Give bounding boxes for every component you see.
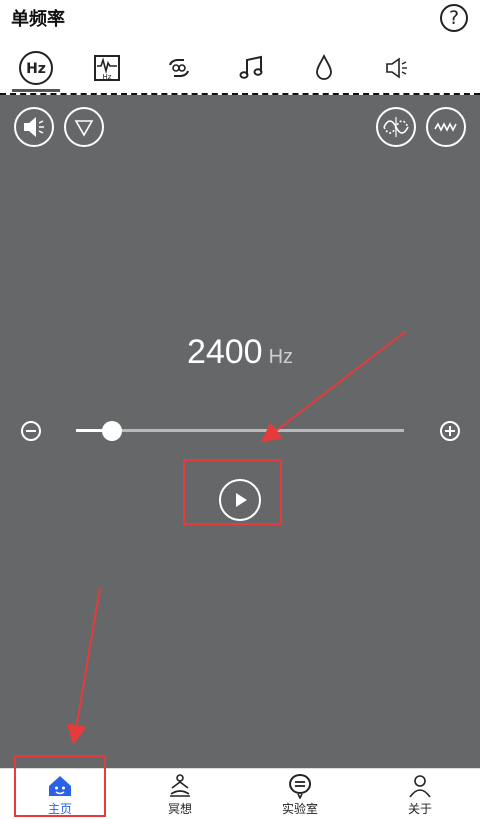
active-tab-indicator: [12, 89, 60, 92]
tab-hz-label: Hz: [26, 61, 46, 77]
main-panel: 2400 Hz: [0, 95, 480, 768]
help-button[interactable]: ?: [440, 4, 468, 32]
nav-label-meditation: 冥想: [167, 802, 192, 816]
header: 单频率 ?: [0, 0, 480, 36]
nav-item-about[interactable]: 关于: [360, 769, 480, 819]
person-icon: [409, 775, 431, 798]
frequency-value: 2400: [186, 333, 263, 371]
speaker-icon: [24, 117, 44, 137]
meditation-icon: [170, 774, 190, 797]
page-title: 单频率: [11, 9, 65, 30]
frequency-display: 2400 Hz: [0, 333, 480, 372]
nav-label-about: 关于: [407, 802, 432, 816]
tab-waveform-label: Hz: [103, 73, 112, 81]
annotation-box-play: [183, 459, 282, 525]
music-note-icon: [239, 55, 263, 79]
tab-music[interactable]: [232, 50, 272, 86]
plus-circle-icon: [440, 421, 460, 441]
minus-circle-icon: [21, 421, 41, 441]
slider-thumb[interactable]: [102, 421, 122, 441]
tab-repeat[interactable]: [159, 50, 199, 86]
help-icon: ?: [448, 7, 460, 29]
lab-chat-icon: [289, 774, 312, 799]
frequency-slider-row: [0, 413, 480, 449]
tab-waveform[interactable]: Hz: [87, 50, 127, 86]
decrease-button[interactable]: [20, 420, 42, 442]
volume-button[interactable]: [14, 107, 54, 147]
tab-hz[interactable]: Hz: [16, 50, 56, 86]
wave-pattern-button[interactable]: [426, 107, 466, 147]
wave-inverse-icon: [383, 117, 409, 137]
hz-icon: Hz: [19, 51, 53, 85]
increase-button[interactable]: [439, 420, 461, 442]
triangle-down-icon: [74, 120, 94, 137]
waveform-hz-icon: Hz: [94, 55, 120, 81]
nav-label-lab: 实验室: [281, 802, 318, 816]
wave-pattern-icon: [434, 122, 457, 132]
phase-invert-button[interactable]: [376, 107, 416, 147]
repeat-icon: [169, 58, 189, 78]
tab-water[interactable]: [304, 50, 344, 86]
annotation-box-home: [14, 755, 106, 817]
frequency-unit: Hz: [268, 346, 294, 368]
tab-speaker[interactable]: [376, 50, 416, 86]
nav-item-meditation[interactable]: 冥想: [120, 769, 240, 819]
waveform-select-button[interactable]: [64, 107, 104, 147]
mode-tab-bar: Hz Hz: [0, 44, 480, 94]
nav-item-lab[interactable]: 实验室: [240, 769, 360, 819]
water-drop-icon: [316, 53, 332, 80]
speaker-muted-icon: [386, 57, 407, 79]
frequency-slider[interactable]: [76, 421, 404, 441]
